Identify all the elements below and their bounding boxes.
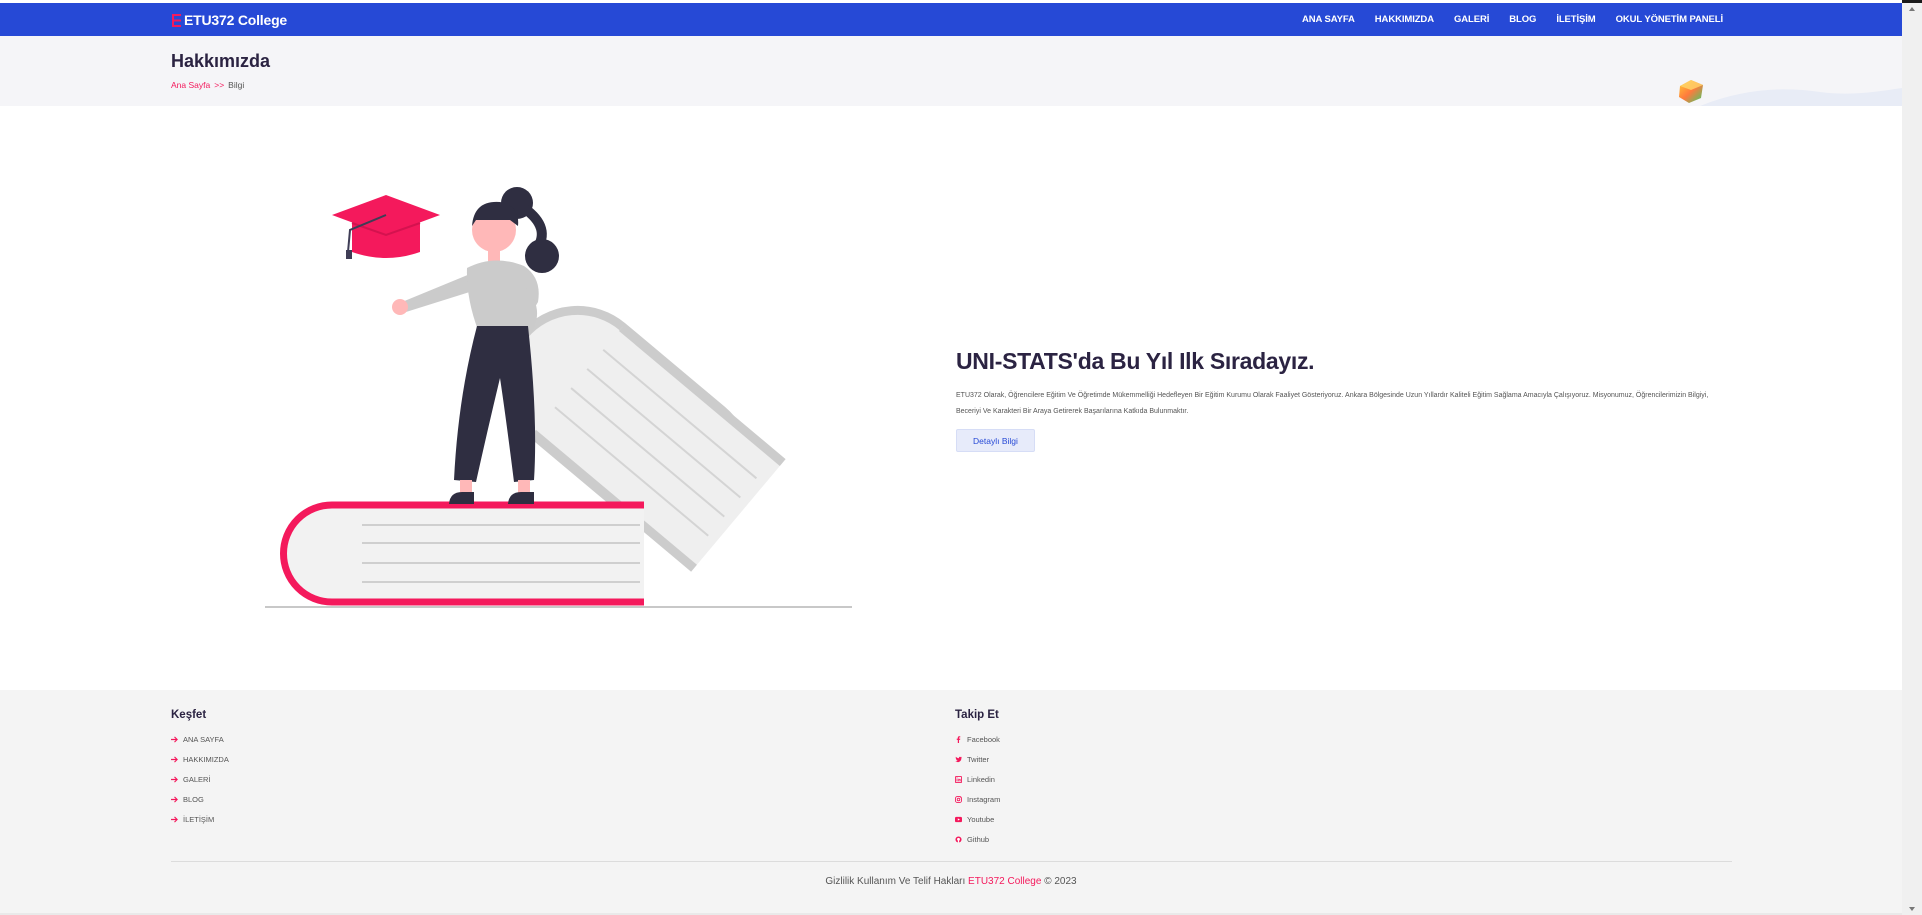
- copyright-prefix: Gizlilik Kullanım Ve Telif Hakları: [825, 876, 966, 887]
- linkedin-icon: [955, 775, 962, 783]
- footer-link-contact[interactable]: İLETİŞİM: [183, 815, 214, 824]
- social-link-youtube[interactable]: Youtube: [967, 815, 994, 824]
- vertical-scrollbar[interactable]: [1902, 3, 1922, 915]
- footer-link-blog[interactable]: BLOG: [183, 795, 204, 804]
- navbar: ETU372 College ANA SAYFA HAKKIMIZDA GALE…: [0, 3, 1902, 36]
- page-header: Hakkımızda Ana Sayfa >> Bilgi: [0, 36, 1902, 106]
- footer-follow-heading: Takip Et: [955, 709, 999, 721]
- footer-link-home[interactable]: ANA SAYFA: [183, 735, 224, 744]
- instagram-icon: [955, 795, 962, 803]
- social-link-facebook[interactable]: Facebook: [967, 735, 1000, 744]
- copyright-suffix: © 2023: [1044, 876, 1077, 887]
- list-item: Youtube: [955, 809, 1000, 829]
- nav-item-about[interactable]: HAKKIMIZDA: [1375, 14, 1434, 25]
- footer-social-links: Facebook Twitter Linkedin Instagram Yout…: [955, 729, 1000, 849]
- social-link-linkedin[interactable]: Linkedin: [967, 775, 995, 784]
- nav-item-home[interactable]: ANA SAYFA: [1302, 14, 1355, 25]
- list-item: GALERİ: [171, 769, 229, 789]
- facebook-icon: [956, 735, 961, 743]
- footer-link-about[interactable]: HAKKIMIZDA: [183, 755, 229, 764]
- twitter-icon: [955, 756, 962, 762]
- arrow-right-icon: [171, 795, 178, 803]
- list-item: Linkedin: [955, 769, 1000, 789]
- arrow-right-icon: [171, 755, 178, 763]
- brand-name: ETU372 College: [184, 12, 288, 28]
- social-link-github[interactable]: Github: [967, 835, 989, 844]
- social-link-twitter[interactable]: Twitter: [967, 755, 989, 764]
- nav-item-gallery[interactable]: GALERİ: [1454, 14, 1489, 25]
- arrow-right-icon: [171, 815, 178, 823]
- nav-item-contact[interactable]: İLETİŞİM: [1556, 14, 1595, 25]
- student-books-illustration: [265, 187, 852, 608]
- footer-divider: [171, 861, 1732, 862]
- footer-follow-column: Takip Et Facebook Twitter Linkedin Insta…: [955, 709, 1000, 849]
- breadcrumb: Ana Sayfa >> Bilgi: [171, 80, 244, 90]
- main-menu: ANA SAYFA HAKKIMIZDA GALERİ BLOG İLETİŞİ…: [1302, 3, 1723, 36]
- list-item: Github: [955, 829, 1000, 849]
- list-item: ANA SAYFA: [171, 729, 229, 749]
- footer-link-gallery[interactable]: GALERİ: [183, 775, 211, 784]
- footer-explore-heading: Keşfet: [171, 709, 207, 721]
- list-item: Instagram: [955, 789, 1000, 809]
- nav-item-admin-panel[interactable]: OKUL YÖNETİM PANELİ: [1616, 14, 1723, 25]
- nav-item-blog[interactable]: BLOG: [1509, 14, 1536, 25]
- arrow-right-icon: [171, 735, 178, 743]
- footer-explore-column: Keşfet ANA SAYFA HAKKIMIZDA GALERİ BLOG: [171, 709, 229, 829]
- page-title: Hakkımızda: [171, 51, 271, 71]
- copyright: Gizlilik Kullanım Ve Telif Hakları ETU37…: [0, 876, 1902, 887]
- list-item: Facebook: [955, 729, 1000, 749]
- list-item: BLOG: [171, 789, 229, 809]
- brand-logo-link[interactable]: ETU372 College: [171, 11, 287, 29]
- page: ETU372 College ANA SAYFA HAKKIMIZDA GALE…: [0, 0, 1902, 913]
- github-icon: [955, 835, 962, 843]
- scroll-down-arrow-icon[interactable]: [1908, 905, 1916, 913]
- footer: Keşfet ANA SAYFA HAKKIMIZDA GALERİ BLOG: [0, 690, 1902, 913]
- list-item: HAKKIMIZDA: [171, 749, 229, 769]
- list-item: Twitter: [955, 749, 1000, 769]
- breadcrumb-home-link[interactable]: Ana Sayfa: [171, 80, 210, 90]
- breadcrumb-current: Bilgi: [228, 80, 245, 90]
- youtube-icon: [955, 816, 962, 822]
- about-heading: UNI-STATS'da Bu Yıl Ilk Sıradayız.: [956, 348, 1315, 374]
- header-wave-decoration: [1700, 88, 1902, 106]
- list-item: İLETİŞİM: [171, 809, 229, 829]
- arrow-right-icon: [171, 775, 178, 783]
- scroll-up-arrow-icon[interactable]: [1908, 5, 1916, 13]
- copyright-brand-link[interactable]: ETU372 College: [968, 876, 1041, 887]
- about-description: ETU372 Olarak, Öğrencilere Eğitim Ve Öğr…: [956, 392, 1709, 415]
- footer-explore-links: ANA SAYFA HAKKIMIZDA GALERİ BLOG İLETİŞİ…: [171, 729, 229, 829]
- graduation-cap-icon: [172, 13, 181, 27]
- social-link-instagram[interactable]: Instagram: [967, 795, 1000, 804]
- breadcrumb-separator: >>: [214, 80, 225, 90]
- detail-info-button[interactable]: Detaylı Bilgi: [956, 429, 1035, 452]
